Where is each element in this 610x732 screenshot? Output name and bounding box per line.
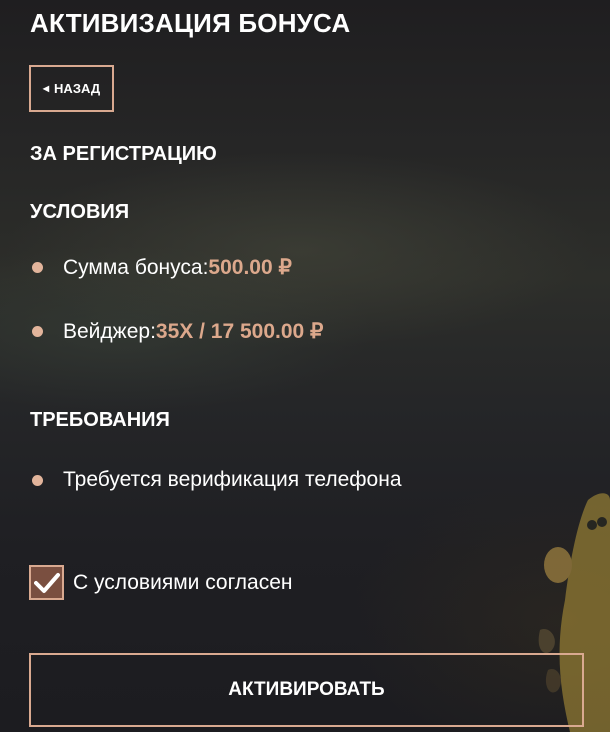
agreement-checkbox-row[interactable]: С условиями согласен (29, 565, 293, 600)
bullet-icon (32, 474, 43, 486)
condition-value: 500.00 ₽ (208, 256, 292, 279)
conditions-heading: УСЛОВИЯ (30, 201, 130, 223)
requirements-heading: ТРЕБОВАНИЯ (30, 409, 170, 431)
bullet-icon (32, 262, 43, 273)
bullet-icon (32, 326, 43, 337)
page-title: АКТИВИЗАЦИЯ БОНУСА (30, 8, 351, 38)
agreement-checkbox[interactable] (29, 565, 64, 600)
activate-button-label: АКТИВИРОВАТЬ (228, 679, 385, 700)
checkmark-icon (33, 572, 60, 593)
condition-label: Вейджер: (63, 319, 156, 343)
condition-item-wager: Вейджер: 35X / 17 500.00 ₽ (32, 319, 323, 344)
condition-item-bonus-amount: Сумма бонуса: 500.00 ₽ (32, 255, 292, 280)
requirement-label: Требуется верификация телефона (63, 468, 402, 491)
chevron-left-icon: ◀ (42, 83, 50, 93)
condition-value: 35X / 17 500.00 ₽ (155, 320, 324, 343)
requirement-item-phone-verification: Требуется верификация телефона (32, 468, 402, 492)
condition-label: Сумма бонуса: (63, 255, 209, 279)
agreement-label: С условиями согласен (73, 570, 293, 594)
bonus-name: ЗА РЕГИСТРАЦИЮ (30, 143, 217, 165)
back-button[interactable]: ◀ НАЗАД (29, 65, 114, 112)
activate-button[interactable]: АКТИВИРОВАТЬ (29, 653, 584, 727)
back-button-label: НАЗАД (54, 81, 101, 96)
